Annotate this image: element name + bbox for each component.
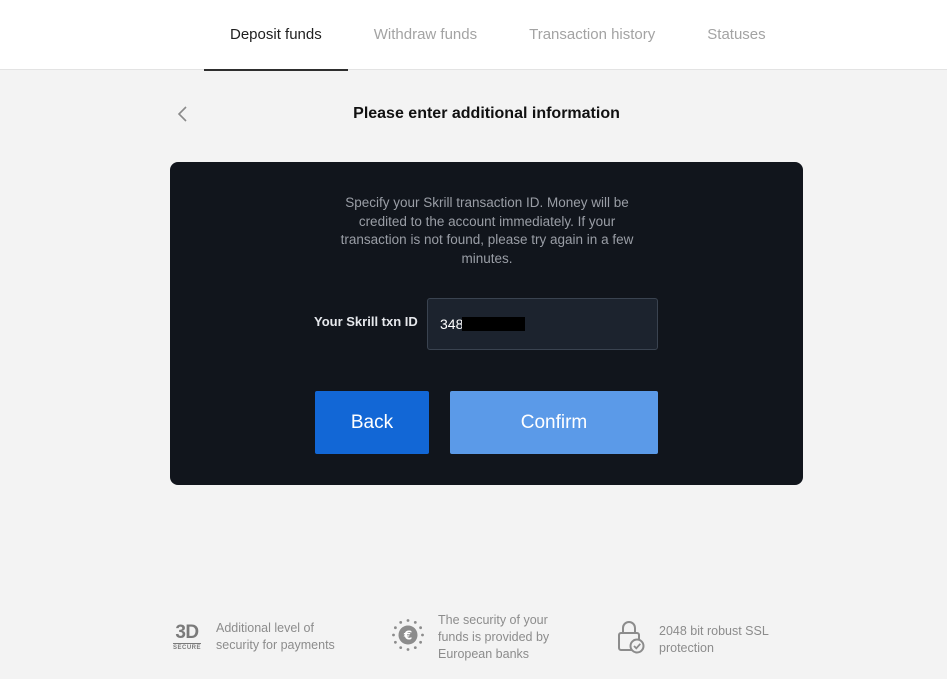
instruction-text: Specify your Skrill transaction ID. Mone… — [340, 195, 634, 266]
back-button[interactable]: Back — [315, 391, 429, 454]
tab-label: Withdraw funds — [373, 25, 478, 43]
logo-subtext: SECURE — [172, 642, 201, 651]
feature-3d-secure: 3D SECURE Additional level of security f… — [170, 620, 346, 654]
tab-label: Deposit funds — [230, 25, 322, 43]
feature-text: Additional level of security for payment… — [216, 621, 335, 652]
tab-deposit-funds[interactable]: Deposit funds — [204, 0, 348, 71]
feature-european-banks: € The security of your funds is provided… — [391, 612, 562, 663]
tab-label: Statuses — [707, 25, 766, 43]
transaction-form-card: Specify your Skrill transaction ID. Mone… — [170, 162, 803, 485]
feature-ssl: 2048 bit robust SSL protection — [617, 620, 789, 659]
tab-bar: Deposit funds Withdraw funds Transaction… — [204, 0, 792, 71]
logo-text: 3D — [175, 621, 199, 643]
tab-label: Transaction history — [529, 25, 656, 43]
feature-text: The security of your funds is provided b… — [438, 613, 550, 661]
tab-statuses[interactable]: Statuses — [681, 0, 791, 70]
svg-text:€: € — [403, 629, 412, 643]
lock-check-icon — [617, 620, 645, 659]
page-title: Please enter additional information — [353, 105, 620, 122]
tab-withdraw-funds[interactable]: Withdraw funds — [348, 0, 503, 70]
txn-id-label: Your Skrill txn ID — [314, 314, 418, 329]
3d-secure-icon: 3D SECURE — [170, 621, 204, 651]
feature-text: 2048 bit robust SSL protection — [659, 623, 769, 655]
redaction-mask — [462, 317, 525, 331]
tab-transaction-history[interactable]: Transaction history — [503, 0, 681, 70]
confirm-button[interactable]: Confirm — [450, 391, 658, 454]
top-navigation: Deposit funds Withdraw funds Transaction… — [0, 0, 947, 71]
euro-shield-icon: € — [391, 618, 425, 657]
